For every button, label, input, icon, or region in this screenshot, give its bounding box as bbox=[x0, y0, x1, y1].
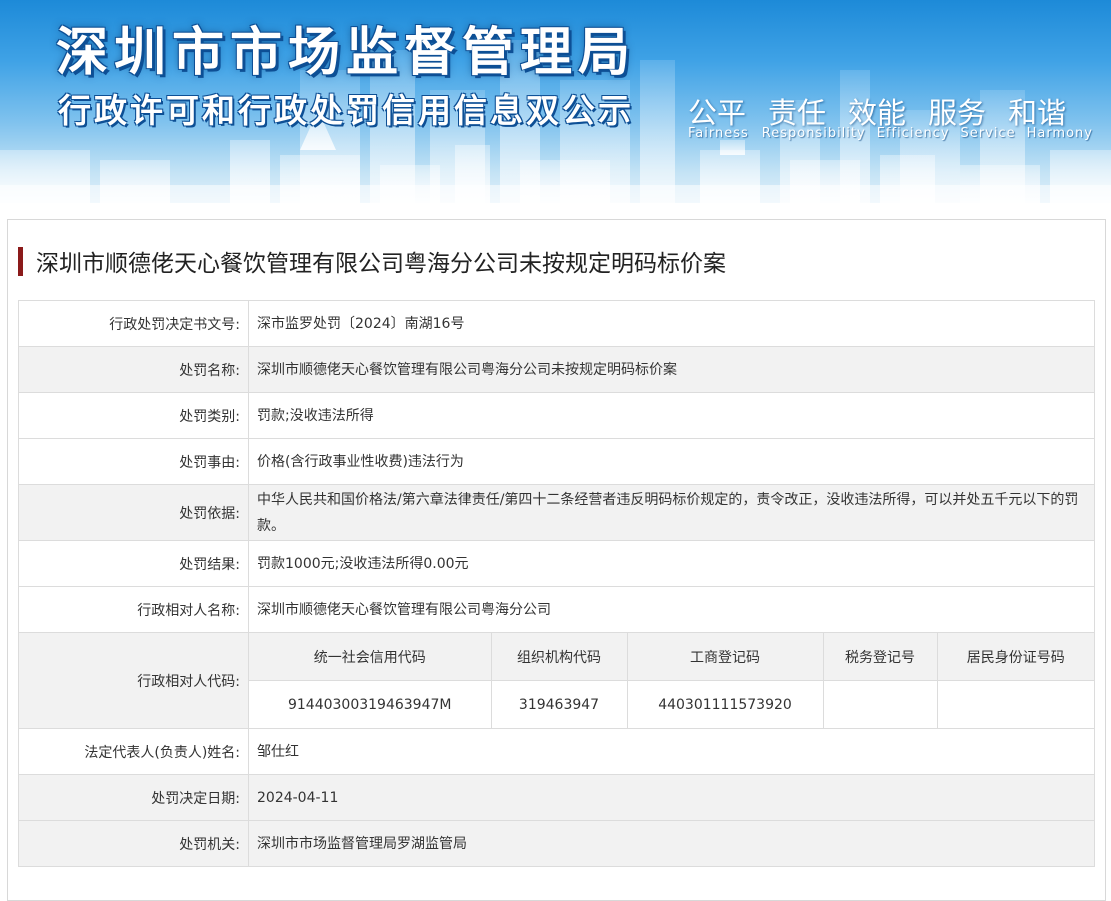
codes-value: 319463947 bbox=[491, 680, 628, 728]
codes-value: 91440300319463947M bbox=[249, 680, 492, 728]
codes-value: 440301111573920 bbox=[627, 680, 824, 728]
slogan-en: Fairness Responsibility Efficiency Servi… bbox=[688, 126, 1103, 141]
row-value: 罚款1000元;没收违法所得0.00元 bbox=[248, 540, 1095, 587]
codes-value-row: 91440300319463947M 319463947 44030111157… bbox=[249, 680, 1094, 728]
row-label: 处罚类别: bbox=[18, 392, 249, 439]
row-label: 处罚决定日期: bbox=[18, 774, 249, 821]
title-accent-bar bbox=[18, 246, 23, 276]
row-label: 处罚事由: bbox=[18, 438, 249, 485]
table-row: 处罚结果: 罚款1000元;没收违法所得0.00元 bbox=[18, 540, 1095, 587]
table-row: 处罚依据: 中华人民共和国价格法/第六章法律责任/第四十二条经营者违反明码标价规… bbox=[18, 484, 1095, 541]
row-value: 邹仕红 bbox=[248, 728, 1095, 775]
row-label: 法定代表人(负责人)姓名: bbox=[18, 728, 249, 775]
table-row: 处罚事由: 价格(含行政事业性收费)违法行为 bbox=[18, 438, 1095, 485]
row-label: 行政处罚决定书文号: bbox=[18, 300, 249, 347]
row-value: 深市监罗处罚〔2024〕南湖16号 bbox=[248, 300, 1095, 347]
slogan-en-word: Fairness bbox=[688, 126, 749, 141]
row-label: 行政相对人代码: bbox=[18, 632, 249, 729]
table-row: 行政处罚决定书文号: 深市监罗处罚〔2024〕南湖16号 bbox=[18, 300, 1095, 347]
table-row: 处罚名称: 深圳市顺德佬天心餐饮管理有限公司粤海分公司未按规定明码标价案 bbox=[18, 346, 1095, 393]
row-label: 处罚名称: bbox=[18, 346, 249, 393]
table-row-codes: 行政相对人代码: 统一社会信用代码 组织机构代码 工商登记码 税务登记号 居民身… bbox=[18, 632, 1095, 729]
case-info-table: 行政处罚决定书文号: 深市监罗处罚〔2024〕南湖16号 处罚名称: 深圳市顺德… bbox=[18, 300, 1095, 867]
agency-title: 深圳市市场监督管理局 bbox=[56, 23, 637, 83]
table-row: 行政相对人名称: 深圳市顺德佬天心餐饮管理有限公司粤海分公司 bbox=[18, 586, 1095, 633]
slogan-en-word: Efficiency bbox=[876, 126, 950, 141]
table-row: 处罚机关: 深圳市市场监督管理局罗湖监管局 bbox=[18, 820, 1095, 867]
row-value: 深圳市顺德佬天心餐饮管理有限公司粤海分公司 bbox=[248, 586, 1095, 633]
row-value: 深圳市顺德佬天心餐饮管理有限公司粤海分公司未按规定明码标价案 bbox=[248, 346, 1095, 393]
codes-header: 工商登记码 bbox=[627, 633, 824, 681]
slogan-en-word: Responsibility bbox=[761, 126, 866, 141]
table-row: 处罚类别: 罚款;没收违法所得 bbox=[18, 392, 1095, 439]
row-label: 处罚依据: bbox=[18, 484, 249, 541]
codes-header: 居民身份证号码 bbox=[937, 633, 1094, 681]
codes-header: 组织机构代码 bbox=[491, 633, 628, 681]
row-value: 深圳市市场监督管理局罗湖监管局 bbox=[248, 820, 1095, 867]
case-title: 深圳市顺德佬天心餐饮管理有限公司粤海分公司未按规定明码标价案 bbox=[18, 244, 726, 278]
row-value: 价格(含行政事业性收费)违法行为 bbox=[248, 438, 1095, 485]
codes-table: 统一社会信用代码 组织机构代码 工商登记码 税务登记号 居民身份证号码 9144… bbox=[249, 633, 1094, 728]
table-row: 处罚决定日期: 2024-04-11 bbox=[18, 774, 1095, 821]
codes-header: 税务登记号 bbox=[823, 633, 938, 681]
codes-value bbox=[823, 680, 938, 728]
codes-cell: 统一社会信用代码 组织机构代码 工商登记码 税务登记号 居民身份证号码 9144… bbox=[248, 632, 1095, 729]
row-label: 处罚机关: bbox=[18, 820, 249, 867]
codes-header: 统一社会信用代码 bbox=[249, 633, 492, 681]
agency-subtitle: 行政许可和行政处罚信用信息双公示 bbox=[58, 91, 634, 130]
row-value: 罚款;没收违法所得 bbox=[248, 392, 1095, 439]
slogan-en-word: Service bbox=[960, 126, 1016, 141]
case-title-text: 深圳市顺德佬天心餐饮管理有限公司粤海分公司未按规定明码标价案 bbox=[36, 251, 726, 277]
codes-header-row: 统一社会信用代码 组织机构代码 工商登记码 税务登记号 居民身份证号码 bbox=[249, 633, 1094, 681]
codes-value bbox=[937, 680, 1094, 728]
header-banner: 深圳市市场监督管理局 行政许可和行政处罚信用信息双公示 公平 责任 效能 服务 … bbox=[0, 0, 1111, 203]
table-row: 法定代表人(负责人)姓名: 邹仕红 bbox=[18, 728, 1095, 775]
row-label: 处罚结果: bbox=[18, 540, 249, 587]
case-detail-panel: 深圳市顺德佬天心餐饮管理有限公司粤海分公司未按规定明码标价案 行政处罚决定书文号… bbox=[7, 219, 1106, 901]
row-label: 行政相对人名称: bbox=[18, 586, 249, 633]
row-value: 2024-04-11 bbox=[248, 774, 1095, 821]
row-value: 中华人民共和国价格法/第六章法律责任/第四十二条经营者违反明码标价规定的，责令改… bbox=[248, 484, 1095, 541]
slogan-en-word: Harmony bbox=[1026, 126, 1093, 141]
